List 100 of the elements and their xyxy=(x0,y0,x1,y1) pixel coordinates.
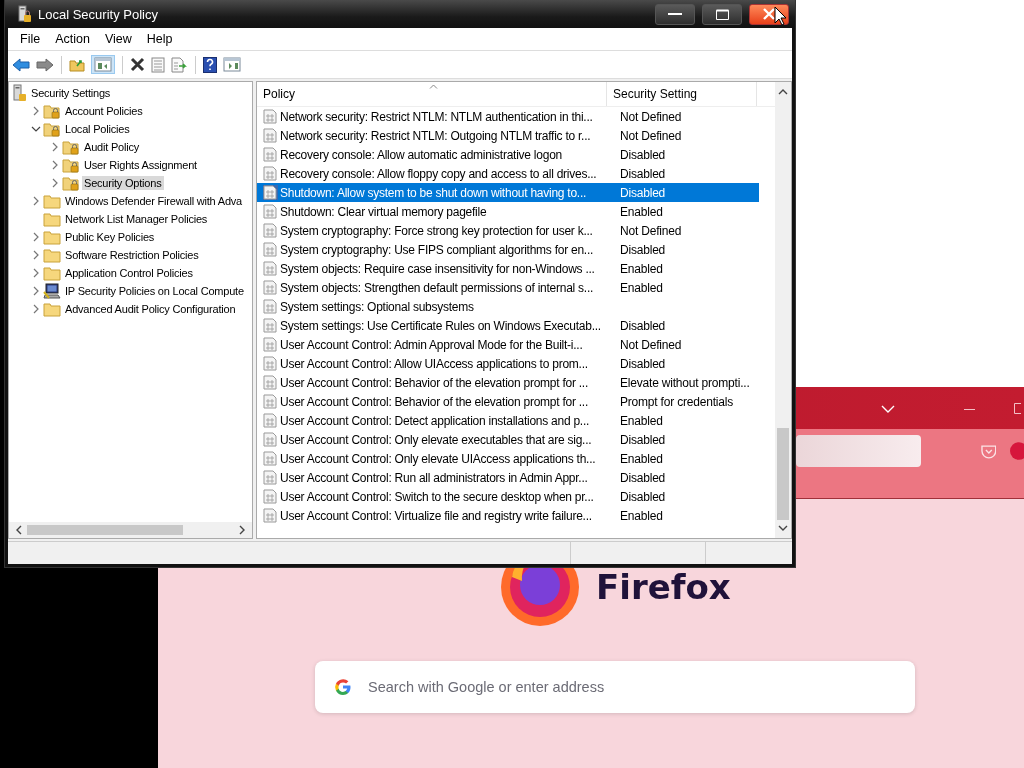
scroll-left-icon[interactable] xyxy=(15,525,23,535)
close-icon xyxy=(763,8,775,20)
policy-icon xyxy=(263,470,278,485)
policy-row[interactable]: System objects: Strengthen default permissions of internal s... Enabled xyxy=(257,278,759,297)
minimize-icon[interactable] xyxy=(964,409,975,411)
locked-folder-icon xyxy=(43,121,61,137)
tree-item[interactable]: User Rights Assignment xyxy=(82,158,199,172)
tree-item[interactable]: Windows Defender Firewall with Adva xyxy=(63,194,245,208)
policy-row[interactable]: System settings: Use Certificate Rules on Windows Executab... Disabled xyxy=(257,316,759,335)
tree-item[interactable]: Public Key Policies xyxy=(63,230,157,244)
policy-name: System objects: Require case insensitivity for non-Windows ... xyxy=(280,261,596,276)
policy-row[interactable]: User Account Control: Switch to the secure desktop when pr... Disabled xyxy=(257,487,759,506)
tree-item[interactable]: Network List Manager Policies xyxy=(63,212,210,226)
policy-row[interactable]: Shutdown: Allow system to be shut down without having to... Disabled xyxy=(257,183,759,202)
column-header[interactable]: Security Setting xyxy=(607,82,757,106)
setting-value: Not Defined xyxy=(619,128,682,143)
policy-name: System settings: Use Certificate Rules on Windows Executab... xyxy=(280,318,602,333)
scroll-down-icon[interactable] xyxy=(778,524,788,532)
folder-icon xyxy=(43,265,61,281)
policy-row[interactable]: Network security: Restrict NTLM: NTLM authentication in thi... Not Defined xyxy=(257,107,759,126)
policy-icon xyxy=(263,147,278,162)
setting-value: Elevate without prompti... xyxy=(619,375,750,390)
menu-item[interactable]: File xyxy=(18,32,49,46)
policy-row[interactable]: User Account Control: Run all administrators in Admin Appr... Disabled xyxy=(257,468,759,487)
policy-icon xyxy=(263,299,278,314)
setting-value: Disabled xyxy=(619,242,666,257)
setting-value: Enabled xyxy=(619,451,663,466)
folder-icon xyxy=(43,301,61,317)
policy-row[interactable]: System settings: Optional subsystems xyxy=(257,297,759,316)
policy-row[interactable]: System objects: Require case insensitivity for non-Windows ... Enabled xyxy=(257,259,759,278)
setting-value: Disabled xyxy=(619,318,666,333)
minimize-button[interactable] xyxy=(655,3,695,25)
chevron-down-icon[interactable] xyxy=(881,405,895,413)
policy-icon xyxy=(263,166,278,181)
policy-icon xyxy=(263,375,278,390)
policy-name: Recovery console: Allow floppy copy and access to all drives... xyxy=(280,166,598,181)
policy-icon xyxy=(263,451,278,466)
setting-value: Not Defined xyxy=(619,223,682,238)
menu-item[interactable]: Action xyxy=(53,32,98,46)
tree-item[interactable]: Security Options xyxy=(82,176,164,190)
menu-item[interactable]: Help xyxy=(144,32,181,46)
locked-folder-icon xyxy=(43,103,61,119)
up-folder-icon[interactable] xyxy=(69,57,85,72)
app-icon xyxy=(18,5,32,23)
tree-item[interactable]: Security Settings xyxy=(29,86,113,100)
scroll-thumb[interactable] xyxy=(27,525,183,535)
search-field[interactable]: Search with Google or enter address xyxy=(315,661,915,713)
tree-item[interactable]: Account Policies xyxy=(63,104,145,118)
show-tree-toggle[interactable] xyxy=(91,55,115,74)
policy-name: Recovery console: Allow automatic administrative logon xyxy=(280,147,563,162)
export-list-icon[interactable] xyxy=(171,56,188,73)
tree-item[interactable]: IP Security Policies on Local Compute xyxy=(63,284,246,298)
setting-value: Disabled xyxy=(619,489,666,504)
policy-row[interactable]: User Account Control: Only elevate executables that are sig... Disabled xyxy=(257,430,759,449)
policy-row[interactable]: User Account Control: Behavior of the elevation prompt for ... Prompt for credentials xyxy=(257,392,759,411)
setting-value: Prompt for credentials xyxy=(619,394,733,409)
policy-icon xyxy=(263,204,278,219)
policy-row[interactable]: User Account Control: Allow UIAccess applications to prom... Disabled xyxy=(257,354,759,373)
folder-icon xyxy=(43,193,61,209)
horizontal-scrollbar[interactable] xyxy=(9,522,252,538)
policy-row[interactable]: User Account Control: Behavior of the elevation prompt for ... Elevate without prompti... xyxy=(257,373,759,392)
policy-row[interactable]: System cryptography: Force strong key protection for user k... Not Defined xyxy=(257,221,759,240)
vertical-scrollbar[interactable] xyxy=(775,82,791,538)
maximize-icon xyxy=(715,8,729,20)
delete-icon[interactable] xyxy=(130,57,145,72)
policy-row[interactable]: User Account Control: Admin Approval Mode for the Built-i... Not Defined xyxy=(257,335,759,354)
tree-item[interactable]: Local Policies xyxy=(63,122,132,136)
setting-value: Disabled xyxy=(619,470,666,485)
policy-row[interactable]: Recovery console: Allow automatic administrative logon Disabled xyxy=(257,145,759,164)
tree-item[interactable]: Audit Policy xyxy=(82,140,142,154)
scroll-right-icon[interactable] xyxy=(238,525,246,535)
policy-name: User Account Control: Allow UIAccess applications to prom... xyxy=(280,356,589,371)
policy-row[interactable]: System cryptography: Use FIPS compliant algorithms for en... Disabled xyxy=(257,240,759,259)
maximize-button[interactable] xyxy=(702,3,742,25)
scroll-up-icon[interactable] xyxy=(778,88,788,96)
scroll-thumb[interactable] xyxy=(777,428,789,520)
policy-row[interactable]: User Account Control: Only elevate UIAccess applications th... Enabled xyxy=(257,449,759,468)
tree-item[interactable]: Software Restriction Policies xyxy=(63,248,201,262)
window-title: Local Security Policy xyxy=(38,6,158,22)
policy-icon xyxy=(263,356,278,371)
google-icon xyxy=(334,678,352,696)
back-arrow-icon[interactable] xyxy=(12,57,30,72)
tree-item[interactable]: Application Control Policies xyxy=(63,266,195,280)
setting-value: Enabled xyxy=(619,261,663,276)
tree-item[interactable]: Advanced Audit Policy Configuration xyxy=(63,302,238,316)
menu-item[interactable]: View xyxy=(102,32,140,46)
policy-icon xyxy=(263,109,278,124)
maximize-icon[interactable] xyxy=(1014,403,1021,414)
policy-row[interactable]: Network security: Restrict NTLM: Outgoing NTLM traffic to r... Not Defined xyxy=(257,126,759,145)
policy-row[interactable]: Shutdown: Clear virtual memory pagefile Enabled xyxy=(257,202,759,221)
policy-row[interactable]: User Account Control: Virtualize file and registry write failure... Enabled xyxy=(257,506,759,525)
forward-arrow-icon[interactable] xyxy=(36,57,54,72)
address-field[interactable] xyxy=(796,435,921,467)
policy-name: Network security: Restrict NTLM: NTLM authentication in thi... xyxy=(280,109,594,124)
column-header[interactable]: Policy xyxy=(257,82,607,106)
policy-row[interactable]: User Account Control: Detect application installations and p... Enabled xyxy=(257,411,759,430)
policy-row[interactable]: Recovery console: Allow floppy copy and access to all drives... Disabled xyxy=(257,164,759,183)
pocket-icon[interactable] xyxy=(980,445,997,459)
help-icon[interactable] xyxy=(203,56,217,73)
action-pane-icon[interactable] xyxy=(223,57,241,72)
